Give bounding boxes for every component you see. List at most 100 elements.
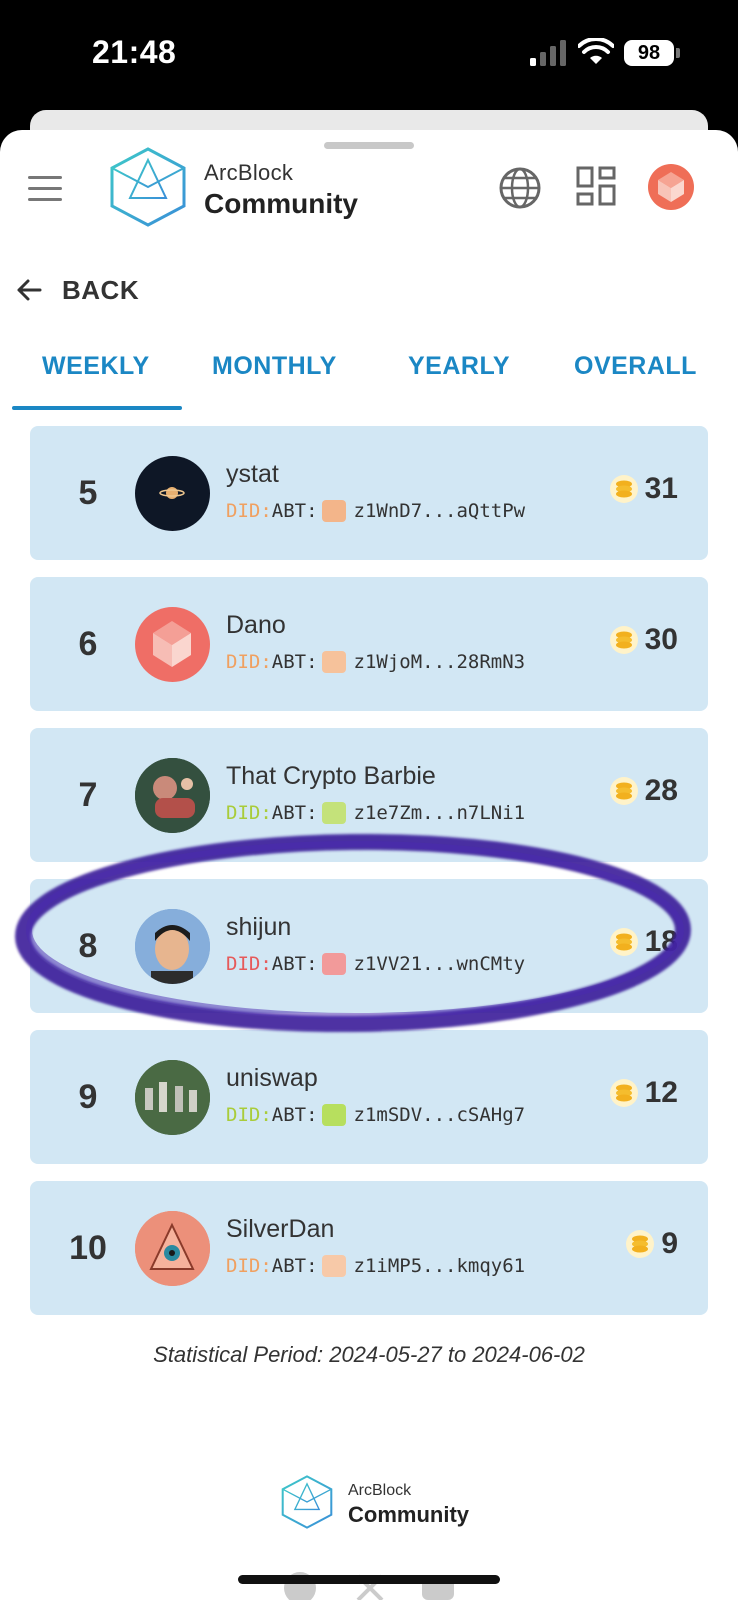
- coin-stack-icon: [609, 626, 638, 654]
- did-type: ABT:: [271, 1255, 318, 1277]
- score: 18: [609, 925, 678, 959]
- brand-top-label: ArcBlock: [204, 160, 294, 185]
- avatar[interactable]: [135, 909, 210, 984]
- member-name[interactable]: That Crypto Barbie: [226, 762, 436, 791]
- coin-stack-icon: [609, 928, 638, 956]
- avatar[interactable]: [135, 758, 210, 833]
- footer-brand[interactable]: ArcBlock Community: [348, 1482, 469, 1528]
- score-value: 30: [644, 623, 678, 656]
- brand-name[interactable]: ArcBlock Community: [204, 160, 358, 220]
- coin-stack-icon: [609, 1079, 638, 1107]
- app-header: ArcBlock Community: [0, 130, 738, 260]
- tab-monthly[interactable]: MONTHLY: [212, 352, 337, 381]
- score-value: 18: [644, 925, 678, 958]
- battery-tip: [676, 48, 680, 58]
- tab-indicator: [12, 406, 182, 410]
- did-type: ABT:: [271, 953, 318, 975]
- status-bar: 21:48 98: [0, 0, 738, 110]
- menu-icon[interactable]: [28, 176, 62, 204]
- tab-yearly[interactable]: YEARLY: [408, 352, 510, 381]
- leaderboard-row[interactable]: 8 shijun DID: ABT: z1VV21...wnCMty 18: [30, 879, 708, 1013]
- arcblock-logo-icon[interactable]: [108, 146, 188, 228]
- tab-weekly[interactable]: WEEKLY: [42, 352, 150, 381]
- leaderboard-row[interactable]: 7 That Crypto Barbie DID: ABT: z1e7Zm...…: [30, 728, 708, 862]
- did-type: ABT:: [271, 1104, 318, 1126]
- leaderboard-row[interactable]: 5 ystat DID: ABT: z1WnD7...aQttPw 31: [30, 426, 708, 560]
- avatar[interactable]: [135, 607, 210, 682]
- did-type: ABT:: [271, 802, 318, 824]
- arcblock-footer-logo-icon[interactable]: [280, 1472, 334, 1532]
- brand-bottom-label: Community: [204, 188, 358, 219]
- period-tabs: WEEKLY MONTHLY YEARLY OVERALL: [0, 340, 738, 404]
- member-name[interactable]: ystat: [226, 460, 279, 489]
- rank-number: 6: [78, 625, 98, 663]
- did-prefix: DID:: [226, 651, 272, 673]
- score-value: 31: [644, 472, 678, 505]
- did-address[interactable]: DID: ABT: z1VV21...wnCMty: [226, 953, 525, 975]
- avatar[interactable]: [135, 1060, 210, 1135]
- status-time: 21:48: [92, 34, 177, 70]
- did-identicon: [321, 1104, 346, 1126]
- did-address[interactable]: DID: ABT: z1e7Zm...n7LNi1: [226, 802, 525, 824]
- did-type: ABT:: [271, 651, 318, 673]
- rank-number: 5: [78, 474, 98, 512]
- did-identicon: [321, 953, 346, 975]
- leaderboard-row[interactable]: 6 Dano DID: ABT: z1WjoM...28RmN3 30: [30, 577, 708, 711]
- rank-number: 10: [69, 1229, 107, 1267]
- user-avatar[interactable]: [648, 164, 694, 210]
- arrow-left-icon: [17, 279, 42, 301]
- score: 28: [609, 774, 678, 808]
- rank-number: 9: [78, 1078, 98, 1116]
- back-button[interactable]: BACK: [14, 272, 139, 308]
- did-identicon: [321, 802, 346, 824]
- did-address[interactable]: DID: ABT: z1iMP5...kmqy61: [226, 1255, 525, 1277]
- member-name[interactable]: SilverDan: [226, 1215, 334, 1244]
- avatar[interactable]: [135, 456, 210, 531]
- did-identicon: [321, 651, 346, 673]
- leaderboard-row[interactable]: 9 uniswap DID: ABT: z1mSDV...cSAHg7 12: [30, 1030, 708, 1164]
- home-indicator[interactable]: [238, 1575, 500, 1584]
- leaderboard-row[interactable]: 10 SilverDan DID: ABT: z1iMP5...kmqy61 9: [30, 1181, 708, 1315]
- apps-grid-icon[interactable]: [576, 166, 616, 206]
- did-prefix: DID:: [226, 1255, 272, 1277]
- tab-overall[interactable]: OVERALL: [574, 352, 697, 381]
- did-address[interactable]: DID: ABT: z1WnD7...aQttPw: [226, 500, 525, 522]
- cellular-signal-icon: [530, 40, 566, 66]
- back-label: BACK: [62, 274, 140, 305]
- did-prefix: DID:: [226, 500, 272, 522]
- did-value: z1WnD7...aQttPw: [353, 500, 526, 522]
- did-value: z1iMP5...kmqy61: [353, 1255, 526, 1277]
- wifi-icon: [578, 38, 614, 64]
- score-value: 28: [644, 774, 678, 807]
- did-value: z1e7Zm...n7LNi1: [353, 802, 526, 824]
- did-value: z1mSDV...cSAHg7: [353, 1104, 526, 1126]
- did-value: z1VV21...wnCMty: [353, 953, 526, 975]
- score: 31: [609, 472, 678, 506]
- avatar[interactable]: [135, 1211, 210, 1286]
- coin-stack-icon: [609, 777, 638, 805]
- score: 9: [625, 1227, 678, 1261]
- did-value: z1WjoM...28RmN3: [353, 651, 526, 673]
- member-name[interactable]: shijun: [226, 913, 291, 942]
- score-value: 12: [644, 1076, 678, 1109]
- did-address[interactable]: DID: ABT: z1WjoM...28RmN3: [226, 651, 525, 673]
- did-identicon: [321, 1255, 346, 1277]
- footer-brand-top: ArcBlock: [348, 1482, 412, 1499]
- globe-icon[interactable]: [498, 166, 542, 210]
- score: 30: [609, 623, 678, 657]
- did-prefix: DID:: [226, 953, 272, 975]
- member-name[interactable]: Dano: [226, 611, 286, 640]
- battery-indicator: 98: [624, 40, 674, 66]
- rank-number: 7: [78, 776, 98, 814]
- score: 12: [609, 1076, 678, 1110]
- statistical-period: Statistical Period: 2024-05-27 to 2024-0…: [153, 1342, 585, 1367]
- rank-number: 8: [78, 927, 98, 965]
- did-identicon: [321, 500, 346, 522]
- app-sheet: ArcBlock Community BACK WEEKLY MONTHLY Y…: [0, 130, 738, 1600]
- member-name[interactable]: uniswap: [226, 1064, 318, 1093]
- did-prefix: DID:: [226, 802, 272, 824]
- did-address[interactable]: DID: ABT: z1mSDV...cSAHg7: [226, 1104, 525, 1126]
- did-type: ABT:: [271, 500, 318, 522]
- footer-brand-bottom: Community: [348, 1502, 469, 1527]
- score-value: 9: [661, 1227, 678, 1260]
